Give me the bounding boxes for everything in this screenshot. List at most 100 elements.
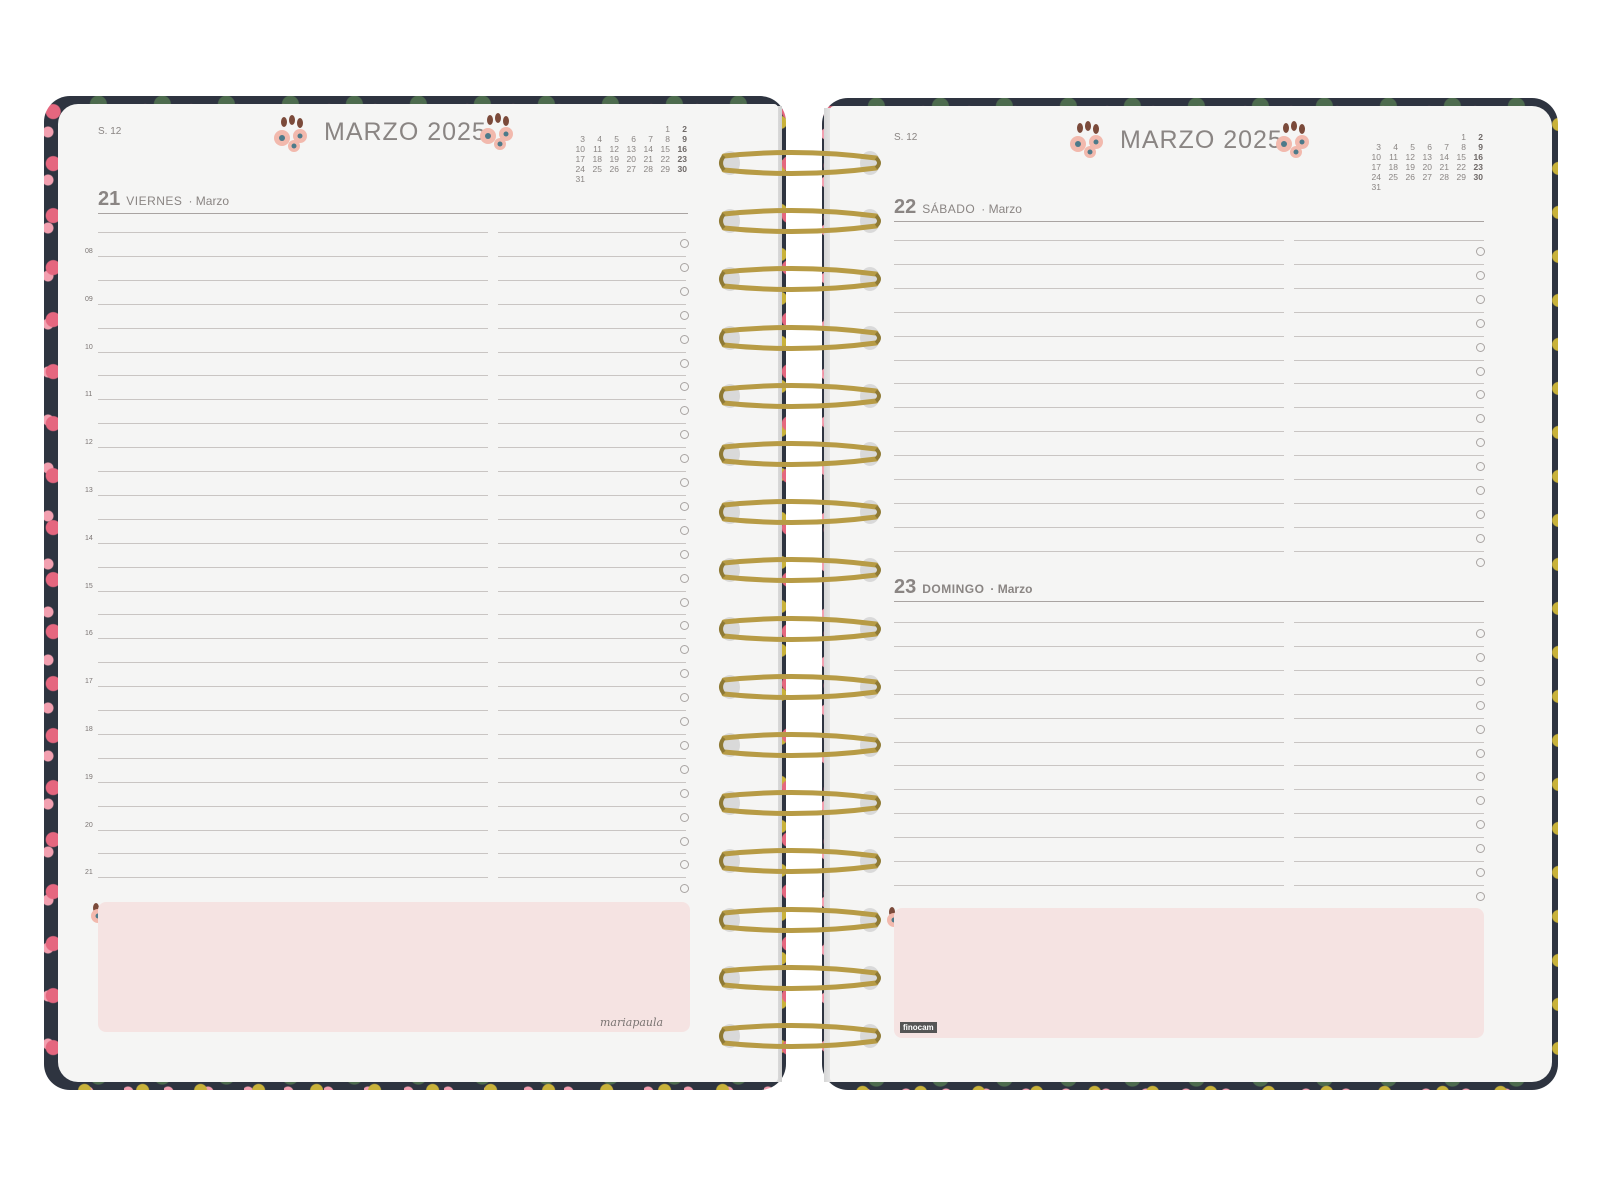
- checkbox-circle-icon[interactable]: [1476, 772, 1485, 782]
- writing-line[interactable]: [894, 837, 1284, 839]
- writing-line[interactable]: [894, 526, 1284, 528]
- writing-line[interactable]: [498, 542, 686, 544]
- writing-line[interactable]: [498, 853, 686, 855]
- writing-line[interactable]: [1294, 455, 1484, 457]
- writing-line[interactable]: [894, 479, 1284, 480]
- writing-line[interactable]: [98, 327, 488, 329]
- checkbox-circle-icon[interactable]: [680, 764, 689, 774]
- checkbox-circle-icon[interactable]: [680, 382, 689, 392]
- writing-line[interactable]: [98, 829, 488, 831]
- checkbox-circle-icon[interactable]: [680, 621, 689, 631]
- checkbox-circle-icon[interactable]: [680, 239, 689, 248]
- writing-line[interactable]: [98, 279, 488, 281]
- checkbox-circle-icon[interactable]: [680, 310, 689, 320]
- notes-box[interactable]: [98, 902, 690, 1032]
- writing-line[interactable]: [498, 638, 686, 640]
- writing-line[interactable]: [98, 566, 488, 568]
- checkbox-circle-icon[interactable]: [1476, 270, 1485, 280]
- writing-line[interactable]: [894, 383, 1284, 385]
- writing-line[interactable]: [1294, 287, 1484, 289]
- checkbox-circle-icon[interactable]: [1476, 438, 1485, 448]
- writing-line[interactable]: [498, 757, 686, 759]
- checkbox-circle-icon[interactable]: [680, 525, 689, 535]
- checkbox-circle-icon[interactable]: [680, 884, 689, 894]
- checkbox-circle-icon[interactable]: [1476, 509, 1485, 519]
- checkbox-circle-icon[interactable]: [680, 454, 689, 464]
- checkbox-circle-icon[interactable]: [680, 478, 689, 487]
- checkbox-circle-icon[interactable]: [680, 788, 689, 798]
- writing-line[interactable]: [1294, 311, 1484, 313]
- checkbox-circle-icon[interactable]: [1476, 629, 1485, 638]
- writing-line[interactable]: [894, 813, 1284, 815]
- writing-line[interactable]: [1294, 813, 1484, 815]
- checkbox-circle-icon[interactable]: [680, 573, 689, 583]
- writing-line[interactable]: [498, 733, 686, 735]
- writing-line[interactable]: [1294, 335, 1484, 337]
- writing-line[interactable]: [498, 447, 686, 449]
- writing-line[interactable]: [894, 240, 1284, 241]
- checkbox-circle-icon[interactable]: [680, 406, 689, 416]
- writing-line[interactable]: [894, 765, 1284, 767]
- writing-line[interactable]: [1294, 526, 1484, 528]
- writing-line[interactable]: [498, 614, 686, 616]
- checkbox-circle-icon[interactable]: [680, 812, 689, 822]
- writing-line[interactable]: [1294, 263, 1484, 265]
- checkbox-circle-icon[interactable]: [680, 740, 689, 750]
- writing-line[interactable]: [1294, 645, 1484, 647]
- checkbox-circle-icon[interactable]: [680, 262, 689, 272]
- writing-line[interactable]: [1294, 741, 1484, 743]
- writing-line[interactable]: [894, 550, 1284, 552]
- writing-line[interactable]: [498, 351, 686, 353]
- writing-line[interactable]: [1294, 383, 1484, 385]
- writing-line[interactable]: [1294, 669, 1484, 671]
- checkbox-circle-icon[interactable]: [680, 334, 689, 344]
- checkbox-circle-icon[interactable]: [1476, 748, 1485, 758]
- writing-line[interactable]: [894, 717, 1284, 719]
- writing-line[interactable]: [498, 590, 686, 592]
- writing-line[interactable]: [1294, 240, 1484, 241]
- writing-line[interactable]: [98, 614, 488, 616]
- writing-line[interactable]: [894, 287, 1284, 289]
- writing-line[interactable]: [98, 590, 488, 592]
- writing-line[interactable]: [1294, 693, 1484, 695]
- writing-line[interactable]: [498, 399, 686, 401]
- writing-line[interactable]: [98, 805, 488, 807]
- notes-box[interactable]: [894, 908, 1484, 1038]
- checkbox-circle-icon[interactable]: [680, 693, 689, 703]
- writing-line[interactable]: [1294, 502, 1484, 504]
- checkbox-circle-icon[interactable]: [1476, 700, 1485, 710]
- writing-line[interactable]: [498, 829, 686, 831]
- writing-line[interactable]: [498, 877, 686, 879]
- writing-line[interactable]: [1294, 717, 1484, 719]
- writing-line[interactable]: [894, 741, 1284, 743]
- writing-line[interactable]: [1294, 479, 1484, 480]
- checkbox-circle-icon[interactable]: [1476, 294, 1485, 304]
- writing-line[interactable]: [98, 542, 488, 544]
- writing-line[interactable]: [498, 327, 686, 329]
- checkbox-circle-icon[interactable]: [1476, 868, 1485, 877]
- checkbox-circle-icon[interactable]: [680, 358, 689, 368]
- writing-line[interactable]: [498, 375, 686, 377]
- checkbox-circle-icon[interactable]: [1476, 724, 1485, 734]
- checkbox-circle-icon[interactable]: [1476, 652, 1485, 662]
- writing-line[interactable]: [498, 686, 686, 688]
- checkbox-circle-icon[interactable]: [1476, 844, 1485, 854]
- checkbox-circle-icon[interactable]: [680, 836, 689, 846]
- checkbox-circle-icon[interactable]: [680, 549, 689, 559]
- writing-line[interactable]: [1294, 861, 1484, 862]
- writing-line[interactable]: [894, 693, 1284, 695]
- checkbox-circle-icon[interactable]: [680, 501, 689, 511]
- writing-line[interactable]: [894, 669, 1284, 671]
- writing-line[interactable]: [498, 566, 686, 568]
- writing-line[interactable]: [1294, 431, 1484, 433]
- checkbox-circle-icon[interactable]: [1476, 414, 1485, 424]
- writing-line[interactable]: [894, 455, 1284, 457]
- writing-line[interactable]: [894, 645, 1284, 647]
- writing-line[interactable]: [98, 447, 488, 449]
- writing-line[interactable]: [894, 502, 1284, 504]
- writing-line[interactable]: [1294, 407, 1484, 409]
- writing-line[interactable]: [498, 423, 686, 425]
- writing-line[interactable]: [1294, 359, 1484, 361]
- writing-line[interactable]: [98, 232, 488, 233]
- checkbox-circle-icon[interactable]: [680, 669, 689, 679]
